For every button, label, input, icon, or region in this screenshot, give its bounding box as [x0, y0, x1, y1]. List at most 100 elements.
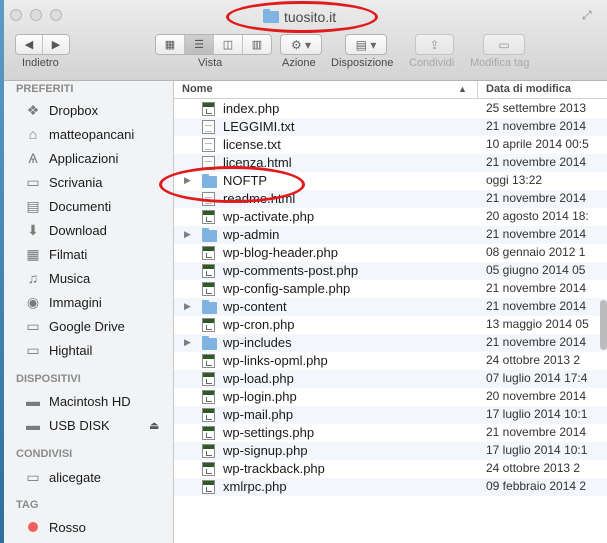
- file-row[interactable]: index.php 25 settembre 2013: [174, 100, 607, 118]
- finder-window: tuosito.it ⤢ ◀ ▶ Indietro ▦ ☰ ◫ ▥ Vista …: [4, 0, 607, 543]
- php-file-icon: [202, 102, 215, 116]
- eject-icon[interactable]: ⏏: [149, 419, 159, 432]
- file-date: oggi 13:22: [486, 173, 543, 187]
- file-name: index.php: [223, 101, 280, 116]
- file-row[interactable]: wp-comments-post.php 05 giugno 2014 05: [174, 262, 607, 280]
- hard-disk-icon: ▬: [26, 393, 40, 409]
- php-file-icon: [202, 426, 215, 440]
- sidebar-item-home[interactable]: ⌂ matteopancani: [4, 122, 173, 146]
- applications-icon: Ѧ: [28, 150, 38, 166]
- disclosure-triangle-icon[interactable]: ▶: [184, 229, 191, 240]
- back-label: Indietro: [22, 57, 59, 69]
- minimize-button[interactable]: [30, 9, 42, 21]
- file-row[interactable]: wp-activate.php 20 agosto 2014 18:: [174, 208, 607, 226]
- home-icon: ⌂: [28, 126, 38, 142]
- file-date: 20 agosto 2014 18:: [486, 209, 589, 223]
- file-row[interactable]: wp-settings.php 21 novembre 2014: [174, 424, 607, 442]
- file-date: 20 novembre 2014: [486, 389, 587, 403]
- sidebar-item-usb-disk[interactable]: ▬ USB DISK ⏏: [4, 413, 173, 437]
- disclosure-triangle-icon[interactable]: ▶: [184, 301, 191, 312]
- file-row[interactable]: wp-mail.php 17 luglio 2014 10:1: [174, 406, 607, 424]
- sort-ascending-icon: ▲: [458, 84, 467, 94]
- file-date: 21 novembre 2014: [486, 335, 587, 349]
- red-tag-icon: [24, 518, 42, 536]
- file-row[interactable]: license.txt 10 aprile 2014 00:5: [174, 136, 607, 154]
- sidebar-item-tag-red[interactable]: Rosso: [4, 515, 173, 539]
- file-row[interactable]: ▶ wp-includes 21 novembre 2014: [174, 334, 607, 352]
- sidebar-item-download[interactable]: ⬇ Download: [4, 218, 173, 242]
- sidebar-item-alicegate[interactable]: ▭ alicegate: [4, 465, 173, 489]
- column-header-date[interactable]: Data di modifica: [486, 83, 571, 95]
- share-label: Condividi: [409, 57, 455, 69]
- file-date: 09 febbraio 2014 2: [486, 479, 587, 493]
- file-name: wp-includes: [223, 335, 292, 350]
- file-row[interactable]: wp-login.php 20 novembre 2014: [174, 388, 607, 406]
- file-name: wp-login.php: [223, 389, 297, 404]
- file-name: wp-comments-post.php: [223, 263, 359, 278]
- file-row[interactable]: LEGGIMI.txt 21 novembre 2014: [174, 118, 607, 136]
- file-date: 25 settembre 2013: [486, 101, 587, 115]
- gear-icon: ⚙ ▾: [290, 37, 312, 52]
- column-header: Nome ▲ Data di modifica: [174, 81, 607, 99]
- share-button[interactable]: ⇪: [415, 34, 454, 55]
- action-button[interactable]: ⚙ ▾: [280, 34, 322, 55]
- close-button[interactable]: [10, 9, 22, 21]
- back-arrow-icon[interactable]: ◀: [16, 35, 43, 54]
- php-file-icon: [202, 462, 215, 476]
- sidebar-item-macintosh-hd[interactable]: ▬ Macintosh HD: [4, 389, 173, 413]
- file-row[interactable]: ▶ wp-admin 21 novembre 2014: [174, 226, 607, 244]
- file-date: 21 novembre 2014: [486, 281, 587, 295]
- sidebar-item-google-drive[interactable]: ▭ Google Drive: [4, 314, 173, 338]
- file-row[interactable]: wp-trackback.php 24 ottobre 2013 2: [174, 460, 607, 478]
- coverflow-view-icon[interactable]: ▥: [243, 35, 271, 54]
- php-file-icon: [202, 282, 215, 296]
- arrange-button[interactable]: ▤ ▾: [345, 34, 387, 55]
- file-rows: index.php 25 settembre 2013 LEGGIMI.txt 21 …: [174, 100, 607, 496]
- download-icon: ⬇: [27, 221, 39, 238]
- scrollbar[interactable]: [600, 300, 607, 350]
- file-date: 24 ottobre 2013 2: [486, 461, 581, 475]
- file-row[interactable]: wp-links-opml.php 24 ottobre 2013 2: [174, 352, 607, 370]
- fullscreen-icon[interactable]: ⤢: [582, 8, 592, 23]
- sidebar-item-movies[interactable]: ▦ Filmati: [4, 242, 173, 266]
- file-name: wp-cron.php: [223, 317, 295, 332]
- file-row[interactable]: wp-blog-header.php 08 gennaio 2012 1: [174, 244, 607, 262]
- network-computer-icon: ▭: [26, 468, 40, 485]
- column-divider[interactable]: [477, 81, 478, 98]
- icon-view-icon[interactable]: ▦: [156, 35, 185, 54]
- sidebar-item-applications[interactable]: Ѧ Applicazioni: [4, 146, 173, 170]
- column-header-name[interactable]: Nome: [182, 83, 213, 95]
- edit-tags-button[interactable]: ▭: [483, 34, 525, 55]
- desktop-icon: ▭: [26, 173, 40, 190]
- list-view-icon[interactable]: ☰: [185, 35, 214, 54]
- file-row[interactable]: wp-config-sample.php 21 novembre 2014: [174, 280, 607, 298]
- file-row[interactable]: wp-signup.php 17 luglio 2014 10:1: [174, 442, 607, 460]
- file-row[interactable]: ▶ wp-content 21 novembre 2014: [174, 298, 607, 316]
- usb-disk-icon: ▬: [26, 417, 40, 433]
- file-date: 08 gennaio 2012 1: [486, 245, 586, 259]
- file-date: 21 novembre 2014: [486, 119, 587, 133]
- sidebar-item-desktop[interactable]: ▭ Scrivania: [4, 170, 173, 194]
- file-row[interactable]: xmlrpc.php 09 febbraio 2014 2: [174, 478, 607, 496]
- file-date: 05 giugno 2014 05: [486, 263, 586, 277]
- file-name: wp-links-opml.php: [223, 353, 328, 368]
- sidebar-header-devices: DISPOSITIVI: [16, 373, 81, 385]
- forward-arrow-icon[interactable]: ▶: [43, 35, 69, 54]
- file-name: wp-settings.php: [223, 425, 315, 440]
- folder-icon: [202, 228, 217, 242]
- annotation-ellipse-title: [226, 1, 378, 33]
- sidebar-header-favorites: PREFERITI: [16, 83, 74, 95]
- sidebar-item-pictures[interactable]: ◉ Immagini: [4, 290, 173, 314]
- file-name: wp-activate.php: [223, 209, 315, 224]
- disclosure-triangle-icon[interactable]: ▶: [184, 337, 191, 348]
- file-date: 21 novembre 2014: [486, 425, 587, 439]
- sidebar-item-documents[interactable]: ▤ Documenti: [4, 194, 173, 218]
- file-row[interactable]: wp-cron.php 13 maggio 2014 05: [174, 316, 607, 334]
- sidebar-item-music[interactable]: ♫ Musica: [4, 266, 173, 290]
- sidebar-item-hightail[interactable]: ▭ Hightail: [4, 338, 173, 362]
- sidebar-item-dropbox[interactable]: ❖ Dropbox: [4, 98, 173, 122]
- column-view-icon[interactable]: ◫: [214, 35, 243, 54]
- zoom-button[interactable]: [50, 9, 62, 21]
- edit-tags-label: Modifica tag: [470, 57, 530, 69]
- file-row[interactable]: wp-load.php 07 luglio 2014 17:4: [174, 370, 607, 388]
